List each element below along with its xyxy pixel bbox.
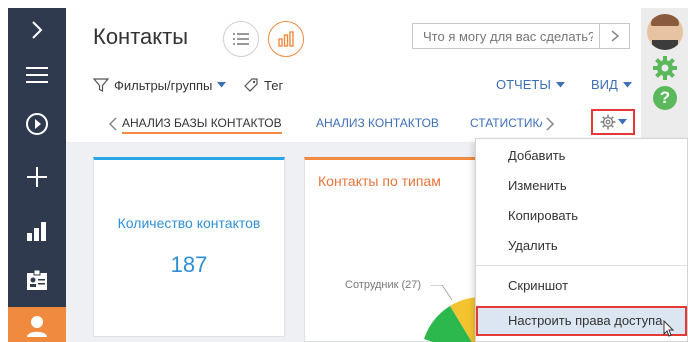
view-label: ВИД xyxy=(591,77,618,92)
menu-item-delete[interactable]: Удалить xyxy=(476,231,687,261)
analytics-view-button[interactable] xyxy=(268,21,304,57)
filter-icon xyxy=(93,78,109,92)
user-icon xyxy=(27,316,47,337)
gear-icon xyxy=(600,114,615,130)
avatar[interactable] xyxy=(647,14,683,50)
nav-contacts-card-button[interactable] xyxy=(8,260,66,300)
nav-add-button[interactable] xyxy=(8,157,66,197)
tag-label: Тег xyxy=(264,77,284,93)
pie-chart[interactable] xyxy=(420,297,480,342)
dashboard-settings-button[interactable] xyxy=(591,109,635,135)
chevron-right-icon xyxy=(32,21,43,39)
nav-start-button[interactable] xyxy=(8,104,66,144)
dashboard-actions-menu: Добавить Изменить Копировать Удалить Скр… xyxy=(475,138,688,342)
gear-icon xyxy=(653,56,677,80)
list-view-button[interactable] xyxy=(223,21,259,57)
chart-view-icon xyxy=(278,31,294,47)
pie-segment-label: Сотрудник (27) xyxy=(345,279,422,291)
settings-gear-button[interactable] xyxy=(653,56,677,80)
chevron-left-icon xyxy=(108,117,117,131)
plus-icon xyxy=(27,167,47,187)
view-menu-button[interactable]: ВИД xyxy=(591,77,632,92)
command-search xyxy=(412,23,630,49)
caret-down-icon xyxy=(555,81,565,87)
help-icon: ? xyxy=(659,88,671,107)
menu-item-add[interactable]: Добавить xyxy=(476,141,687,171)
list-view-icon xyxy=(233,33,249,45)
reports-button[interactable]: ОТЧЕТЫ xyxy=(496,77,565,92)
reports-label: ОТЧЕТЫ xyxy=(496,77,551,92)
tag-icon xyxy=(244,78,258,92)
menu-item-access-rights[interactable]: Настроить права доступа xyxy=(476,306,687,336)
tab-contact-base-analysis[interactable]: АНАЛИЗ БАЗЫ КОНТАКТОВ xyxy=(122,112,282,134)
left-nav xyxy=(8,8,66,342)
menu-item-screenshot[interactable]: Скриншот xyxy=(476,271,687,301)
search-submit-button[interactable] xyxy=(599,24,629,48)
tab-statistics[interactable]: СТАТИСТИКА xyxy=(470,112,542,134)
nav-menu-button[interactable] xyxy=(8,55,66,95)
bar-chart-icon xyxy=(27,222,46,241)
tag-button[interactable]: Тег xyxy=(243,77,283,93)
widget-title: Контакты по типам xyxy=(318,173,441,189)
id-card-icon xyxy=(27,269,47,290)
filters-label: Фильтры/группы xyxy=(114,77,213,93)
nav-expand-button[interactable] xyxy=(8,10,66,50)
play-icon xyxy=(26,113,48,135)
tab-contacts-analysis[interactable]: АНАЛИЗ КОНТАКТОВ xyxy=(316,112,439,134)
hamburger-icon xyxy=(26,67,48,83)
help-button[interactable]: ? xyxy=(653,86,677,110)
nav-contacts-button[interactable] xyxy=(8,307,66,342)
nav-analytics-button[interactable] xyxy=(8,211,66,251)
menu-item-copy[interactable]: Копировать xyxy=(476,201,687,231)
chevron-right-icon xyxy=(546,117,555,131)
page-title: Контакты xyxy=(93,24,189,49)
caret-down-icon xyxy=(622,81,632,87)
widget-title: Количество контактов xyxy=(117,215,261,231)
widget-value: 187 xyxy=(170,252,208,277)
menu-item-edit[interactable]: Изменить xyxy=(476,171,687,201)
menu-separator xyxy=(476,265,687,266)
filters-button[interactable]: Фильтры/группы xyxy=(93,77,227,93)
tabs-next-button[interactable] xyxy=(545,117,555,131)
chevron-right-icon xyxy=(611,30,619,42)
contacts-count-widget[interactable]: Количество контактов 187 xyxy=(93,157,285,337)
right-panel: ? xyxy=(641,8,688,138)
search-input[interactable] xyxy=(413,28,593,44)
caret-down-icon xyxy=(217,82,227,88)
tabs-prev-button[interactable] xyxy=(108,117,118,131)
caret-down-icon xyxy=(617,119,627,125)
cursor-icon xyxy=(659,319,675,342)
